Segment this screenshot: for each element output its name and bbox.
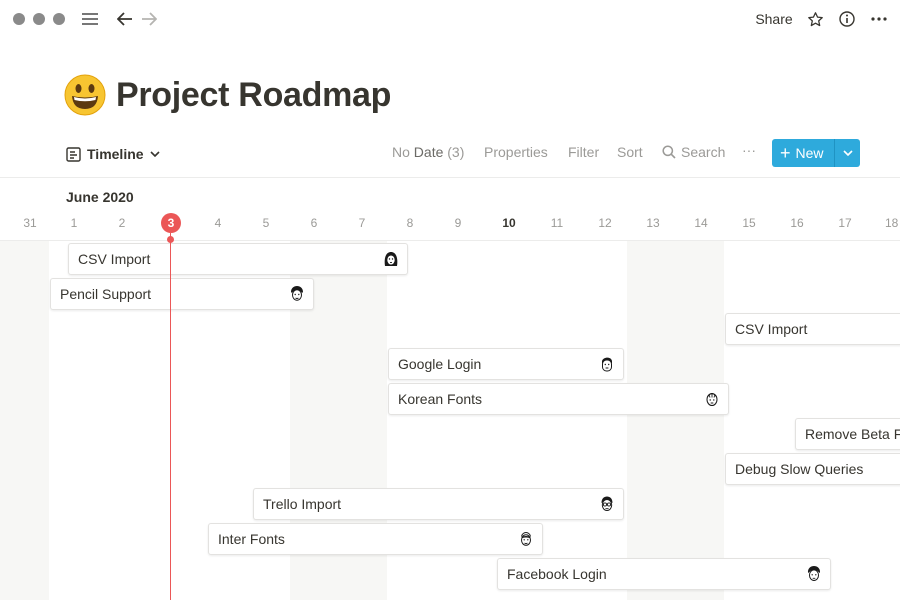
day-label: 2 xyxy=(118,216,126,230)
task-title: Google Login xyxy=(398,356,482,372)
chevron-down-icon xyxy=(149,151,160,157)
plus-icon: + xyxy=(780,143,791,163)
task-card[interactable]: Pencil Support xyxy=(50,278,314,310)
day-label: 1 xyxy=(70,216,78,230)
no-date-strong: Date xyxy=(413,144,444,160)
timeline-body[interactable]: CSV Import Pencil Support CSV Import Goo… xyxy=(0,241,900,600)
more-horizontal-icon xyxy=(871,17,887,21)
day-label: 18 xyxy=(885,216,899,230)
hamburger-icon xyxy=(82,13,98,25)
filter-button[interactable]: Filter xyxy=(568,144,599,160)
favorite-button[interactable] xyxy=(804,8,826,30)
task-title: Remove Beta F xyxy=(805,426,900,442)
task-card[interactable]: Korean Fonts xyxy=(388,383,729,415)
page-title: Project Roadmap xyxy=(64,70,391,120)
day-label: 17 xyxy=(838,216,852,230)
task-title: Trello Import xyxy=(263,496,342,512)
task-title: Debug Slow Queries xyxy=(735,461,864,477)
day-label: 10 xyxy=(502,216,516,230)
task-card[interactable]: Trello Import xyxy=(253,488,624,520)
no-date-count: (3) xyxy=(447,144,465,160)
sidebar-toggle-button[interactable] xyxy=(80,9,100,29)
task-card[interactable]: CSV Import xyxy=(725,313,900,345)
task-title: Inter Fonts xyxy=(218,531,285,547)
view-selector[interactable]: Timeline xyxy=(66,142,166,166)
task-title: CSV Import xyxy=(78,251,151,267)
search-icon xyxy=(662,145,676,159)
day-label: 8 xyxy=(406,216,414,230)
new-item-button[interactable]: + New xyxy=(772,139,834,167)
window-close-button[interactable] xyxy=(13,13,25,25)
today-marker: 3 xyxy=(161,213,181,233)
no-date-button[interactable]: No Date (3) xyxy=(392,144,464,160)
view-selector-label: Timeline xyxy=(87,146,144,162)
day-label: 9 xyxy=(454,216,462,230)
task-card[interactable]: Google Login xyxy=(388,348,624,380)
task-title: CSV Import xyxy=(735,321,808,337)
day-label: 7 xyxy=(358,216,366,230)
toolbar-more-button[interactable]: ··· xyxy=(742,142,756,158)
search-button[interactable]: Search xyxy=(662,144,725,160)
database-toolbar: Timeline No Date (3) Properties Filter S… xyxy=(0,138,900,170)
timeline-view-icon xyxy=(66,146,81,162)
avatar-woman-icon xyxy=(381,249,401,269)
weekend-column xyxy=(627,241,724,600)
task-card[interactable]: Debug Slow Queries xyxy=(725,453,900,485)
back-button[interactable] xyxy=(114,8,136,30)
no-date-label: No xyxy=(392,144,410,160)
avatar-man-icon xyxy=(702,389,722,409)
info-icon xyxy=(839,11,855,27)
day-label: 5 xyxy=(262,216,270,230)
day-label: 31 xyxy=(23,216,37,230)
sort-button[interactable]: Sort xyxy=(617,144,643,160)
day-label: 15 xyxy=(742,216,756,230)
avatar-man-icon xyxy=(516,529,536,549)
avatar-man-icon xyxy=(804,564,824,584)
window-zoom-button[interactable] xyxy=(53,13,65,25)
properties-button[interactable]: Properties xyxy=(484,144,548,160)
grinning-face-icon[interactable] xyxy=(64,74,106,116)
task-title: Pencil Support xyxy=(60,286,152,302)
today-line-dot xyxy=(167,236,174,243)
day-label: 12 xyxy=(598,216,612,230)
forward-button[interactable] xyxy=(138,8,160,30)
month-label: June 2020 xyxy=(66,189,134,205)
task-card[interactable]: Remove Beta F xyxy=(795,418,900,450)
task-card[interactable]: Facebook Login xyxy=(497,558,831,590)
day-label: 11 xyxy=(550,216,564,230)
task-title: Korean Fonts xyxy=(398,391,483,407)
arrow-right-icon xyxy=(142,12,157,26)
arrow-left-icon xyxy=(117,12,132,26)
toolbar-divider xyxy=(0,177,900,178)
task-card[interactable]: Inter Fonts xyxy=(208,523,543,555)
share-button[interactable]: Share xyxy=(748,8,800,30)
search-label: Search xyxy=(681,144,726,160)
day-label: 6 xyxy=(310,216,318,230)
window-minimize-button[interactable] xyxy=(33,13,45,25)
star-icon xyxy=(807,11,823,26)
day-label: 13 xyxy=(646,216,660,230)
top-bar: Share xyxy=(0,0,900,38)
avatar-man-icon xyxy=(287,284,307,304)
day-label: 14 xyxy=(694,216,708,230)
info-button[interactable] xyxy=(836,8,858,30)
day-label: 4 xyxy=(214,216,222,230)
page-title-text[interactable]: Project Roadmap xyxy=(116,76,391,115)
day-label: 16 xyxy=(790,216,804,230)
chevron-down-icon xyxy=(842,150,853,156)
avatar-man-icon xyxy=(597,354,617,374)
task-card[interactable]: CSV Import xyxy=(68,243,408,275)
new-label: New xyxy=(795,145,824,161)
new-template-dropdown[interactable] xyxy=(835,139,860,167)
task-title: Facebook Login xyxy=(507,566,607,582)
weekend-column xyxy=(0,241,49,600)
new-button: + New xyxy=(772,139,860,167)
today-line xyxy=(170,233,171,600)
avatar-man-glasses-icon xyxy=(597,494,617,514)
more-options-button[interactable] xyxy=(868,8,890,30)
